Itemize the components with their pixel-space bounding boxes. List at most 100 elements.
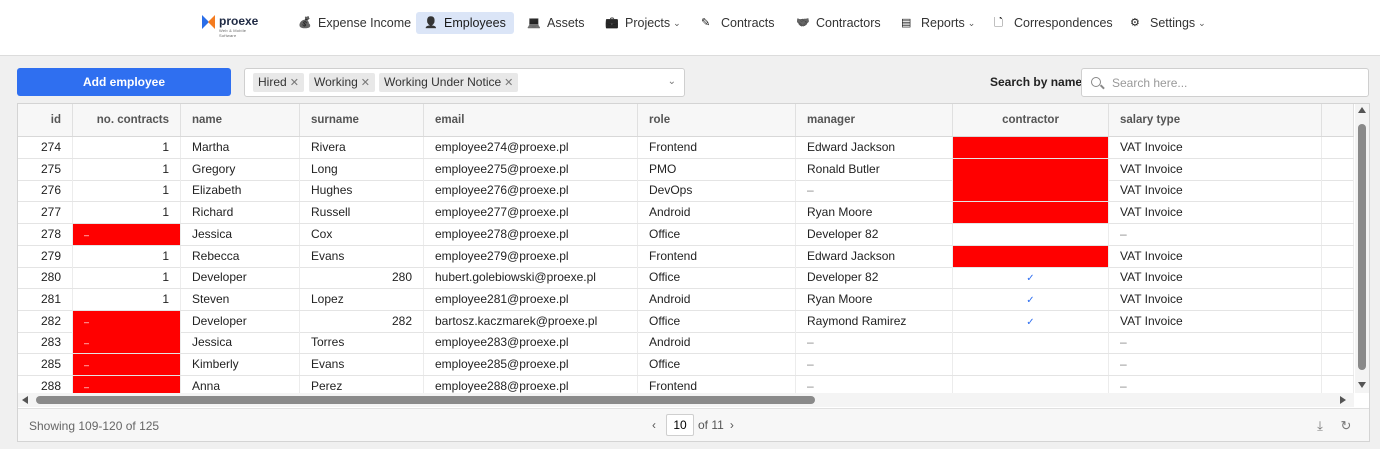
scroll-left-icon[interactable] xyxy=(22,396,28,404)
vertical-scrollbar[interactable] xyxy=(1355,104,1369,393)
cell-contracts: 1 xyxy=(73,267,181,289)
cell-surname: Long xyxy=(300,158,424,180)
table-row[interactable]: 280 1 Developer 280 hubert.golebiowski@proex… xyxy=(18,267,1354,290)
cell-id: 278 xyxy=(18,223,73,245)
scroll-thumb[interactable] xyxy=(1358,124,1366,370)
refresh-icon[interactable]: ↻ xyxy=(1338,418,1354,434)
cell-contractor xyxy=(953,158,1109,180)
next-page-icon[interactable]: › xyxy=(724,418,740,432)
column-header-manager[interactable]: manager xyxy=(796,104,953,136)
filter-chip-hired[interactable]: Hired ✕ xyxy=(253,73,304,92)
column-header-contractor[interactable]: contractor xyxy=(953,104,1109,136)
scroll-up-icon[interactable] xyxy=(1358,107,1366,113)
search-box[interactable] xyxy=(1081,68,1369,97)
status-filter-select[interactable]: Hired ✕ Working ✕ Working Under Notice ✕ ⌄ xyxy=(244,68,685,97)
table-footer: Showing 109-120 of 125 ‹ of 11 › ⤓ ↻ xyxy=(18,408,1369,441)
cell-manager: – xyxy=(796,180,953,202)
nav-item-settings[interactable]: ⚙ Settings ⌄ xyxy=(1122,12,1214,34)
check-icon: ✓ xyxy=(1026,316,1035,328)
column-header-email[interactable]: email xyxy=(424,104,638,136)
cell-contractor xyxy=(953,375,1109,393)
nav-item-projects[interactable]: 💼 Projects ⌄ xyxy=(597,12,689,34)
cell-salary: VAT Invoice xyxy=(1109,245,1322,267)
remove-chip-icon[interactable]: ✕ xyxy=(504,77,513,89)
search-input[interactable] xyxy=(1112,75,1352,91)
brand-tagline: Web & Mobile Software xyxy=(219,28,247,38)
showing-count: Showing 109-120 of 125 xyxy=(29,419,160,433)
table-row[interactable]: 288– Anna Perez employee288@proexe.pl Fronte… xyxy=(18,375,1354,393)
filter-chip-working-under-notice[interactable]: Working Under Notice ✕ xyxy=(379,73,519,92)
nav-item-correspondences[interactable]: 🗋 Correspondences xyxy=(986,12,1121,34)
cell-contractor xyxy=(953,137,1109,158)
add-employee-button[interactable]: Add employee xyxy=(17,68,231,96)
table-body[interactable]: 274 1 Martha Rivera employee274@proexe.pl Fro… xyxy=(18,137,1354,393)
cell-contractor xyxy=(953,202,1109,224)
nav-item-assets[interactable]: 💻 Assets xyxy=(519,12,593,34)
cell-email: employee285@proexe.pl xyxy=(424,354,638,375)
table-row[interactable]: 279 1 Rebecca Evans employee279@proexe.pl Fro… xyxy=(18,245,1354,268)
nav-item-contracts[interactable]: ✎ Contracts xyxy=(693,12,783,34)
cell-extra xyxy=(1322,310,1354,332)
cell-contracts: – xyxy=(73,332,181,354)
scroll-thumb[interactable] xyxy=(36,396,815,404)
cell-contractor: ✓ xyxy=(953,288,1109,310)
cell-contractor xyxy=(953,354,1109,375)
cell-contractor xyxy=(953,180,1109,202)
cell-email: employee281@proexe.pl xyxy=(424,288,638,310)
cell-salary: VAT Invoice xyxy=(1109,202,1322,224)
money-bag-icon: 💰 xyxy=(298,17,312,29)
nav-item-employees[interactable]: 👤 Employees xyxy=(416,12,514,34)
cell-manager: Edward Jackson xyxy=(796,137,953,158)
table-row[interactable]: 275 1 Gregory Long employee275@proexe.pl PMO R… xyxy=(18,158,1354,181)
table-row[interactable]: 283– Jessica Torres employee283@proexe.pl An… xyxy=(18,332,1354,355)
chevron-down-icon[interactable]: ⌄ xyxy=(668,76,676,87)
column-header-contracts[interactable]: no. contracts xyxy=(73,104,181,136)
handshake-icon: 🤝 xyxy=(796,17,810,29)
nav-item-contractors[interactable]: 🤝 Contractors xyxy=(788,12,889,34)
remove-chip-icon[interactable]: ✕ xyxy=(361,77,370,89)
table-row[interactable]: 282– Developer 282 bartosz.kaczmarek@proexe… xyxy=(18,310,1354,333)
nav-item-reports[interactable]: ▤ Reports ⌄ xyxy=(893,12,983,34)
prev-page-icon[interactable]: ‹ xyxy=(646,418,662,432)
cell-salary: – xyxy=(1109,332,1322,354)
column-header-salary[interactable]: salary type xyxy=(1109,104,1322,136)
table-row[interactable]: 277 1 Richard Russell employee277@proexe.pl A… xyxy=(18,202,1354,225)
nav-item-expense-income[interactable]: 💰 Expense Income xyxy=(290,12,419,34)
cell-contracts: – xyxy=(73,375,181,393)
logo[interactable]: proexe Web & Mobile Software xyxy=(202,14,258,38)
page-total: of 11 xyxy=(698,418,724,432)
cell-email: hubert.golebiowski@proexe.pl xyxy=(424,267,638,289)
table-row[interactable]: 285 – Kimberly Evans employee285@proexe.pl Of… xyxy=(18,354,1354,376)
table-row[interactable]: 278– Jessica Cox employee278@proexe.pl Offic… xyxy=(18,223,1354,246)
column-header-name[interactable]: name xyxy=(181,104,300,136)
cell-name: Jessica xyxy=(181,332,300,354)
scroll-down-icon[interactable] xyxy=(1358,382,1366,388)
cell-name: Kimberly xyxy=(181,354,300,375)
cell-id: 281 xyxy=(18,288,73,310)
table-row[interactable]: 281 1 Steven Lopez employee281@proexe.pl Andr… xyxy=(18,288,1354,311)
empty-value: – xyxy=(84,229,90,240)
cell-name: Martha xyxy=(181,137,300,158)
remove-chip-icon[interactable]: ✕ xyxy=(290,77,299,89)
table-row[interactable]: 276 1 Elizabeth Hughes employee276@proexe.pl… xyxy=(18,180,1354,203)
check-icon: ✓ xyxy=(1026,273,1035,285)
filter-chip-working[interactable]: Working ✕ xyxy=(309,73,376,92)
cell-extra xyxy=(1322,180,1354,202)
empty-value: – xyxy=(84,360,90,370)
cell-extra xyxy=(1322,245,1354,267)
download-icon[interactable]: ⤓ xyxy=(1312,418,1328,434)
cell-name: Steven xyxy=(181,288,300,310)
cell-role: Frontend xyxy=(638,245,796,267)
cell-extra xyxy=(1322,375,1354,393)
cell-salary: – xyxy=(1109,375,1322,393)
column-header-surname[interactable]: surname xyxy=(300,104,424,136)
page-input[interactable] xyxy=(666,414,694,436)
cell-name: Elizabeth xyxy=(181,180,300,202)
column-header-id[interactable]: id xyxy=(18,104,73,136)
column-header-role[interactable]: role xyxy=(638,104,796,136)
horizontal-scrollbar[interactable] xyxy=(18,393,1354,407)
cell-id: 283 xyxy=(18,332,73,354)
scroll-right-icon[interactable] xyxy=(1340,396,1346,404)
cell-email: employee276@proexe.pl xyxy=(424,180,638,202)
table-row[interactable]: 274 1 Martha Rivera employee274@proexe.pl Fro… xyxy=(18,137,1354,159)
